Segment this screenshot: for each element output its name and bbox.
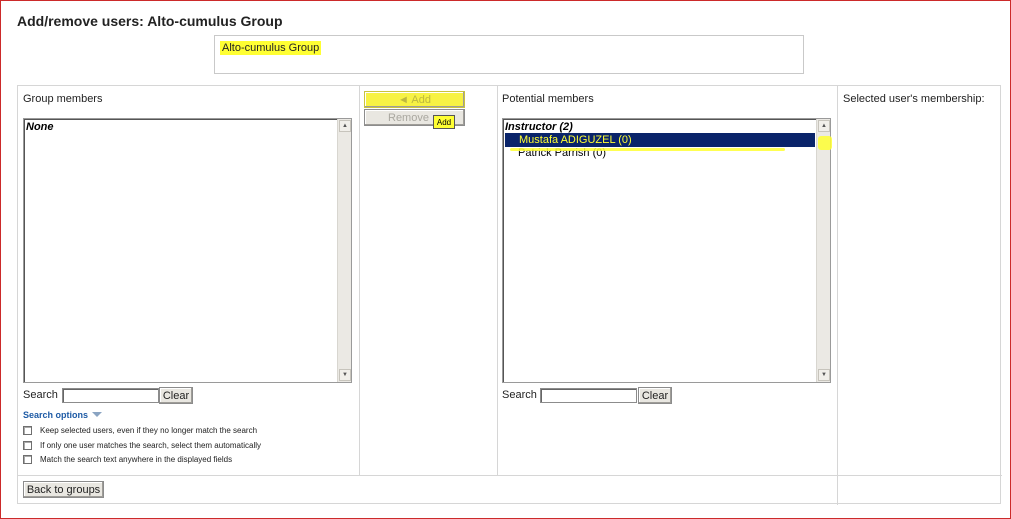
none-label: None: [26, 121, 54, 133]
scrollbar[interactable]: ▲ ▼: [816, 119, 830, 382]
group-search-label: Search: [23, 389, 58, 401]
search-options-label[interactable]: Search options: [23, 410, 88, 420]
highlight-mark: [510, 148, 785, 151]
potential-search-input[interactable]: [540, 388, 637, 403]
scroll-up-icon[interactable]: ▲: [339, 120, 351, 132]
group-option[interactable]: Alto-cumulus Group: [220, 41, 322, 55]
checkbox[interactable]: [23, 440, 32, 450]
chevron-down-icon[interactable]: [92, 412, 103, 417]
page-title: Add/remove users: Alto-cumulus Group: [17, 13, 283, 29]
checkbox-row[interactable]: Keep selected users, even if they no lon…: [23, 424, 257, 436]
potential-members-heading: Potential members: [502, 93, 594, 105]
add-button[interactable]: ◄ Add: [364, 91, 465, 108]
divider: [497, 86, 498, 476]
instructor-group-label: Instructor (2): [505, 121, 573, 133]
checkbox-label: If only one user matches the search, sel…: [40, 440, 261, 450]
back-to-groups-button[interactable]: Back to groups: [23, 481, 104, 498]
add-tooltip: Add: [433, 115, 455, 129]
checkbox-label: Keep selected users, even if they no lon…: [40, 425, 258, 435]
group-members-heading: Group members: [23, 93, 103, 105]
search-options-link[interactable]: Search options: [23, 410, 103, 420]
group-select[interactable]: Alto-cumulus Group: [214, 35, 804, 74]
membership-heading: Selected user's membership:: [843, 93, 985, 105]
list-item-selected[interactable]: Mustafa ADIGUZEL (0): [505, 133, 815, 147]
potential-search-label: Search: [502, 389, 537, 401]
group-search-input[interactable]: [62, 388, 159, 403]
checkbox[interactable]: [23, 425, 32, 435]
scrollbar[interactable]: ▲ ▼: [337, 119, 351, 382]
divider: [359, 86, 360, 476]
scroll-down-icon[interactable]: ▼: [339, 369, 351, 381]
scroll-up-icon[interactable]: ▲: [818, 120, 830, 132]
scroll-down-icon[interactable]: ▼: [818, 369, 830, 381]
highlight-mark: [818, 136, 832, 150]
checkbox-row[interactable]: If only one user matches the search, sel…: [23, 439, 261, 451]
group-members-list[interactable]: None ▲ ▼: [23, 118, 352, 383]
divider: [837, 86, 838, 505]
checkbox[interactable]: [23, 454, 32, 464]
divider: [18, 475, 1002, 476]
potential-members-list[interactable]: Instructor (2) Mustafa ADIGUZEL (0) Patr…: [502, 118, 831, 383]
checkbox-label: Match the search text anywhere in the di…: [40, 454, 233, 464]
potential-clear-button[interactable]: Clear: [638, 387, 672, 404]
checkbox-row[interactable]: Match the search text anywhere in the di…: [23, 453, 232, 465]
group-clear-button[interactable]: Clear: [159, 387, 193, 404]
